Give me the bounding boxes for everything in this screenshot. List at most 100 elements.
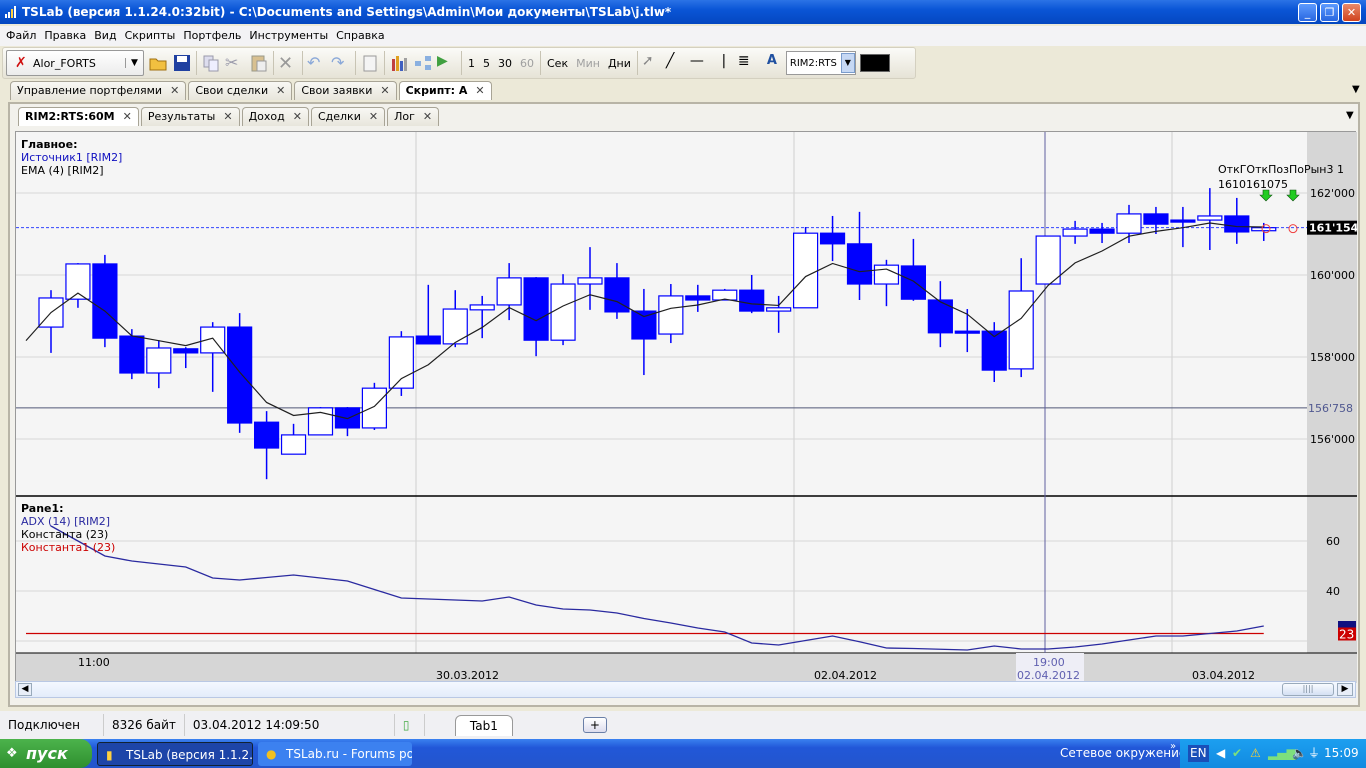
symbol-select[interactable]: RIM2:RTS ▼ — [785, 51, 856, 75]
pointer-icon[interactable]: ➚ — [642, 53, 662, 73]
scroll-right-button[interactable]: ▶ — [1337, 683, 1353, 696]
task-tslab[interactable]: ▮ TSLab (версия 1.1.2... — [97, 742, 253, 766]
timeframe-5[interactable]: 5 — [481, 57, 492, 70]
candle-down — [415, 335, 441, 345]
candle-down — [1089, 228, 1115, 234]
delete-icon[interactable]: ✕ — [278, 53, 298, 74]
tab-own-orders[interactable]: Свои заявки ✕ — [294, 81, 397, 100]
tab-tab1[interactable]: Tab1 — [454, 714, 513, 736]
chart-icon[interactable] — [389, 53, 409, 73]
color-picker[interactable] — [859, 54, 890, 72]
close-icon[interactable]: ✕ — [170, 84, 179, 100]
chart-canvas[interactable]: 162'000160'000158'000156'0006040156'7581… — [16, 132, 1357, 683]
menu-view[interactable]: Вид — [92, 26, 122, 46]
legend-constant1: Константа1 (23) — [21, 541, 116, 554]
start-button[interactable]: ❖ пуск — [0, 739, 92, 768]
candle-up — [65, 263, 91, 300]
tray-check-icon[interactable]: ✔ — [1232, 739, 1242, 768]
close-icon[interactable]: ✕ — [475, 84, 484, 100]
menu-tools[interactable]: Инструменты — [247, 26, 334, 46]
cut-icon[interactable]: ✂ — [225, 53, 245, 73]
tab-own-trades[interactable]: Свои сделки ✕ — [188, 81, 293, 100]
close-icon[interactable]: ✕ — [223, 110, 232, 126]
tab-list-icon[interactable]: ▼ — [1346, 110, 1354, 121]
tab-log[interactable]: Лог ✕ — [387, 107, 440, 126]
candle-up — [873, 264, 900, 285]
network-toolbar[interactable]: Сетевое окружение — [1060, 739, 1186, 768]
candle-up — [658, 295, 684, 335]
chevron-down-icon[interactable]: ▼ — [840, 53, 855, 73]
paste-icon[interactable] — [249, 53, 269, 73]
unit-minutes[interactable]: Мин — [574, 57, 602, 70]
horizontal-scrollbar[interactable]: ◀ |||| ▶ — [15, 681, 1356, 698]
tab-income[interactable]: Доход ✕ — [241, 107, 309, 126]
unit-seconds[interactable]: Сек — [545, 57, 570, 70]
time-label: 11:00 — [78, 656, 110, 669]
hline-price-label: 156'758 — [1308, 402, 1353, 415]
price-chart[interactable]: 162'000 160'000 158'000 156'000 60 40 156'758 1… — [15, 131, 1357, 683]
tab-chart[interactable]: RIM2:RTS:60M ✕ — [18, 107, 139, 126]
scroll-left-button[interactable]: ◀ — [18, 683, 32, 696]
tab-portfolio-management[interactable]: Управление портфелями ✕ — [10, 81, 187, 100]
text-tool-icon[interactable]: A — [762, 53, 782, 73]
save-icon[interactable] — [172, 53, 192, 73]
redo-icon[interactable]: ↷ — [331, 53, 351, 73]
menu-help[interactable]: Справка — [334, 26, 390, 46]
diagram-icon[interactable] — [413, 53, 433, 73]
run-icon[interactable]: ▶ — [437, 53, 457, 73]
candle-up — [361, 387, 387, 429]
open-icon[interactable] — [148, 53, 168, 73]
close-icon[interactable]: ✕ — [380, 84, 389, 100]
candle-up — [1251, 227, 1277, 232]
timeframe-60[interactable]: 60 — [518, 57, 536, 70]
language-indicator[interactable]: EN — [1188, 745, 1209, 762]
close-icon[interactable]: ✕ — [369, 110, 378, 126]
task-browser[interactable]: ● TSLab.ru - Forums po... — [258, 742, 412, 766]
candle-down — [119, 335, 145, 374]
scroll-thumb[interactable]: |||| — [1282, 683, 1334, 696]
adx-pane-title: Pane1: — [21, 502, 64, 515]
menu-scripts[interactable]: Скрипты — [123, 26, 182, 46]
timeframe-30[interactable]: 30 — [496, 57, 514, 70]
menu-bar: Файл Правка Вид Скрипты Портфель Инструм… — [0, 26, 1366, 46]
undo-icon[interactable]: ↶ — [307, 53, 327, 73]
close-icon[interactable]: ✕ — [123, 110, 132, 126]
tray-power-icon[interactable]: ⏚ — [1308, 739, 1320, 768]
close-icon[interactable]: ✕ — [293, 110, 302, 126]
tray-warning-icon[interactable]: ⚠ — [1250, 739, 1261, 768]
expand-icon[interactable]: » — [1170, 741, 1176, 752]
copy-icon[interactable] — [201, 53, 221, 73]
candle-up — [280, 434, 307, 455]
timeframe-1[interactable]: 1 — [466, 57, 477, 70]
menu-edit[interactable]: Правка — [42, 26, 92, 46]
candle-up — [766, 307, 792, 312]
chevron-down-icon[interactable]: ▼ — [125, 58, 143, 68]
properties-icon[interactable] — [360, 53, 380, 73]
tray-back-icon[interactable]: ◀ — [1216, 739, 1225, 768]
menu-portfolio[interactable]: Портфель — [181, 26, 247, 46]
notepad-icon[interactable]: ▯ — [395, 714, 425, 736]
close-icon[interactable]: ✕ — [423, 110, 432, 126]
minimize-button[interactable]: _ — [1298, 3, 1317, 22]
tab-list-icon[interactable]: ▼ — [1352, 84, 1360, 95]
tab-results[interactable]: Результаты ✕ — [140, 107, 240, 126]
unit-days[interactable]: Дни — [606, 57, 633, 70]
status-bar: Подключен 8326 байт 03.04.2012 14:09:50 … — [0, 711, 1366, 739]
broker-select[interactable]: ✗ Alor_FORTS ▼ — [6, 50, 144, 76]
vline-tool-icon[interactable]: | — [714, 53, 734, 73]
candle-down — [254, 421, 280, 449]
close-button[interactable]: ✕ — [1342, 3, 1361, 22]
maximize-button[interactable]: ❐ — [1320, 3, 1339, 22]
legend-constant: Константа (23) — [21, 528, 109, 541]
hline-tool-icon[interactable]: — — [690, 53, 710, 73]
line-tool-icon[interactable]: ╱ — [666, 53, 686, 73]
tray-volume-icon[interactable]: 🔈 — [1292, 739, 1307, 768]
candle-up — [146, 347, 172, 374]
candle-up — [792, 232, 819, 309]
menu-file[interactable]: Файл — [4, 26, 42, 46]
close-icon[interactable]: ✕ — [276, 84, 285, 100]
fibonacci-icon[interactable]: ≣ — [738, 53, 758, 73]
tab-script-a[interactable]: Скрипт: A ✕ — [398, 81, 492, 100]
add-tab-button[interactable]: + — [582, 717, 607, 733]
tab-trades[interactable]: Сделки ✕ — [310, 107, 386, 126]
